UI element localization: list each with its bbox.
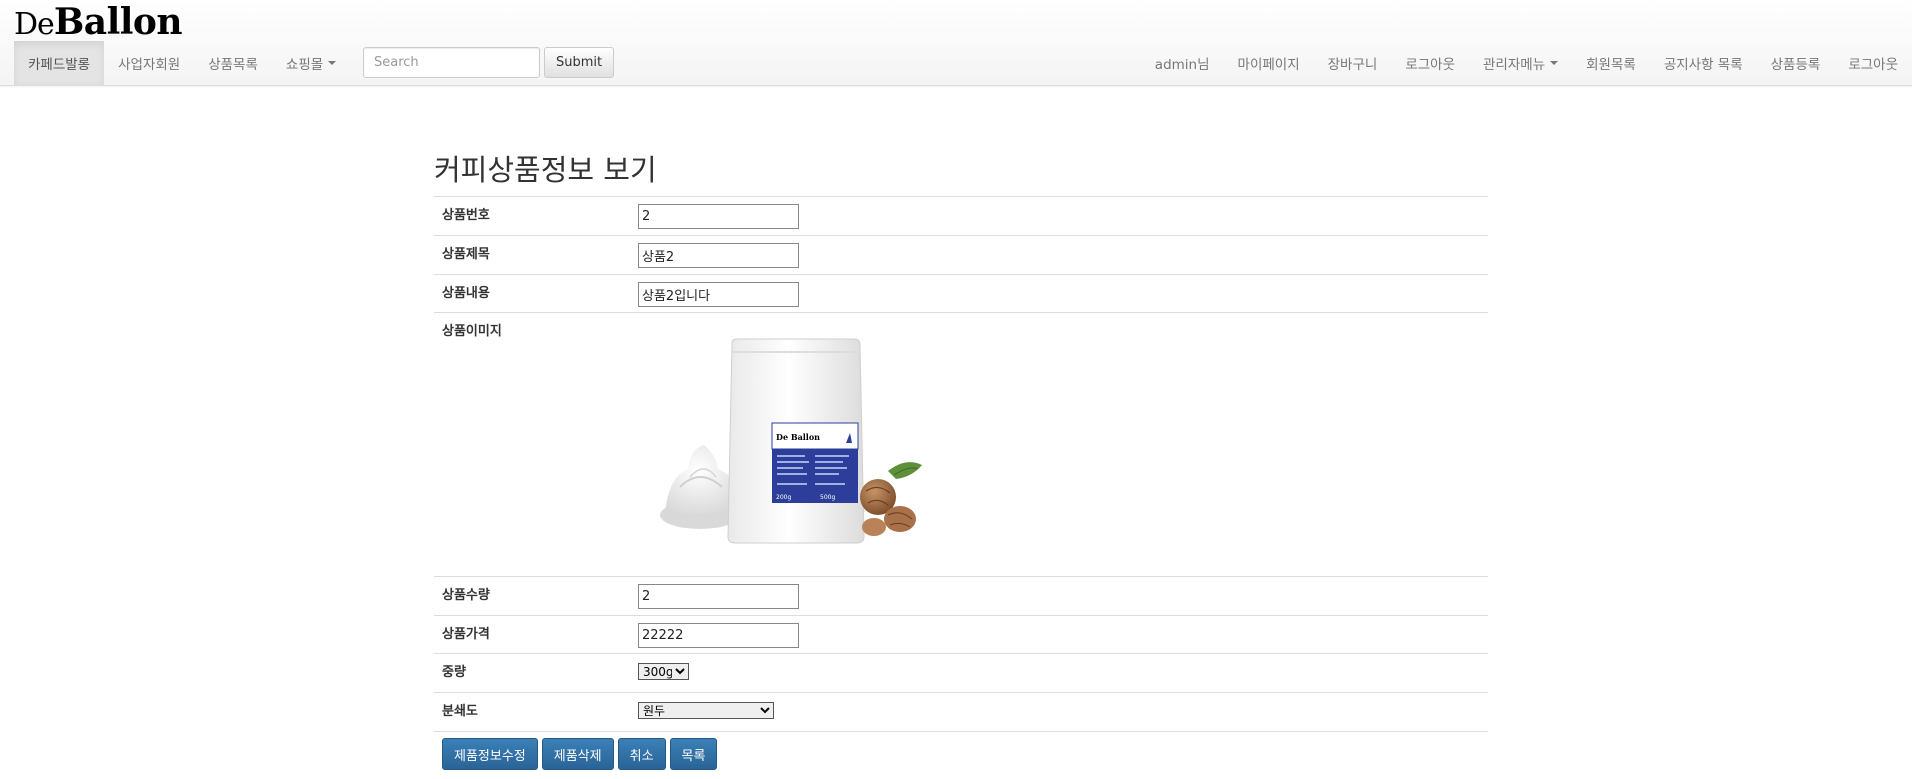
svg-text:500g: 500g: [820, 494, 835, 501]
nav-item-label: 사업자회원: [118, 57, 181, 73]
nav-item-logout-2[interactable]: 로그아웃: [1834, 41, 1912, 85]
row-product-title: 상품제목: [434, 235, 1488, 275]
nav-item-cart[interactable]: 장바구니: [1314, 41, 1392, 85]
nav-item-label: 회원목록: [1586, 57, 1636, 73]
nav-item-label: 쇼핑몰: [285, 57, 324, 73]
label-product-title: 상품제목: [434, 235, 634, 275]
label-grind: 분쇄도: [434, 692, 634, 732]
nav-item-product-list[interactable]: 상품목록: [194, 41, 272, 85]
nav-item-logout[interactable]: 로그아웃: [1391, 41, 1469, 85]
nav-item-shop-dropdown[interactable]: 쇼핑몰: [272, 41, 350, 85]
delete-product-button[interactable]: 제품삭제: [541, 738, 614, 770]
label-product-price: 상품가격: [434, 615, 634, 654]
cancel-button[interactable]: 취소: [617, 738, 666, 770]
brand-logo[interactable]: DeBallon: [14, 1, 183, 43]
nav-item-label: 상품목록: [208, 57, 258, 73]
nav-item-label: 상품등록: [1770, 57, 1821, 73]
label-product-image: 상품이미지: [434, 312, 634, 577]
product-no-field[interactable]: [638, 204, 799, 229]
row-product-no: 상품번호: [434, 196, 1488, 236]
nav-item-member-list[interactable]: 회원목록: [1572, 41, 1650, 85]
product-image: De Ballon 200g 500g: [660, 338, 922, 544]
nav-item-business-member[interactable]: 사업자회원: [104, 41, 194, 85]
svg-text:De Ballon: De Ballon: [776, 432, 820, 442]
brand-logo-prefix: De: [14, 7, 55, 42]
nav-item-mypage[interactable]: 마이페이지: [1224, 41, 1314, 85]
caret-down-icon: [328, 61, 337, 65]
nav-item-label: 장바구니: [1327, 57, 1378, 73]
row-weight: 중량 300g: [434, 653, 1488, 693]
nav-item-user-greeting[interactable]: admin님: [1141, 41, 1224, 85]
grind-select[interactable]: 원두: [638, 702, 774, 719]
nav-item-label: admin님: [1154, 57, 1210, 73]
nav-item-notice-list[interactable]: 공지사항 목록: [1650, 41, 1757, 85]
edit-product-button[interactable]: 제품정보수정: [442, 738, 538, 770]
row-product-price: 상품가격: [434, 615, 1488, 654]
nav-item-label: 로그아웃: [1848, 57, 1898, 73]
label-product-content: 상품내용: [434, 274, 634, 313]
user-nav: admin님 마이페이지 장바구니 로그아웃 관리자메뉴 회원목록 공지사항 목…: [1141, 41, 1912, 85]
nav-item-label: 관리자메뉴: [1483, 57, 1546, 73]
nav-item-admin-menu-dropdown[interactable]: 관리자메뉴: [1469, 41, 1572, 85]
label-product-no: 상품번호: [434, 196, 634, 236]
product-title-field[interactable]: [638, 243, 799, 268]
product-detail-panel: 커피상품정보 보기 상품번호 상품제목 상품내용 상품이미지: [434, 150, 1488, 770]
label-weight: 중량: [434, 653, 634, 693]
product-content-field[interactable]: [638, 282, 799, 307]
search-input[interactable]: [363, 47, 540, 78]
label-product-qty: 상품수량: [434, 576, 634, 616]
weight-select[interactable]: 300g: [638, 663, 689, 680]
primary-nav: 카페드발롱 사업자회원 상품목록 쇼핑몰: [14, 41, 350, 85]
nav-item-label: 로그아웃: [1405, 57, 1456, 73]
svg-text:200g: 200g: [776, 494, 791, 501]
nav-item-label: 카페드발롱: [28, 57, 91, 73]
search-form: Submit: [363, 47, 615, 78]
action-buttons: 제품정보수정 제품삭제 취소 목록: [434, 732, 1488, 770]
brand-logo-name: Ballon: [53, 1, 183, 43]
page-title: 커피상품정보 보기: [434, 153, 657, 187]
row-product-image: 상품이미지 De Ballon 200g 500g: [434, 312, 1488, 577]
nav-item-product-register[interactable]: 상품등록: [1757, 41, 1835, 85]
product-price-field[interactable]: [638, 623, 799, 648]
row-product-content: 상품내용: [434, 274, 1488, 313]
nav-item-label: 공지사항 목록: [1663, 57, 1743, 73]
product-info-table: 상품번호 상품제목 상품내용 상품이미지: [434, 196, 1488, 732]
caret-down-icon: [1550, 61, 1559, 65]
top-navbar: DeBallon 카페드발롱 사업자회원 상품목록 쇼핑몰 Submit adm…: [0, 0, 1912, 86]
nav-item-cafe-de-ballon[interactable]: 카페드발롱: [14, 41, 105, 85]
search-submit-button[interactable]: Submit: [544, 47, 615, 78]
nav-item-label: 마이페이지: [1237, 57, 1300, 73]
product-qty-field[interactable]: [638, 584, 799, 609]
list-button[interactable]: 목록: [669, 738, 718, 770]
row-product-qty: 상품수량: [434, 576, 1488, 616]
row-grind: 분쇄도 원두: [434, 692, 1488, 732]
